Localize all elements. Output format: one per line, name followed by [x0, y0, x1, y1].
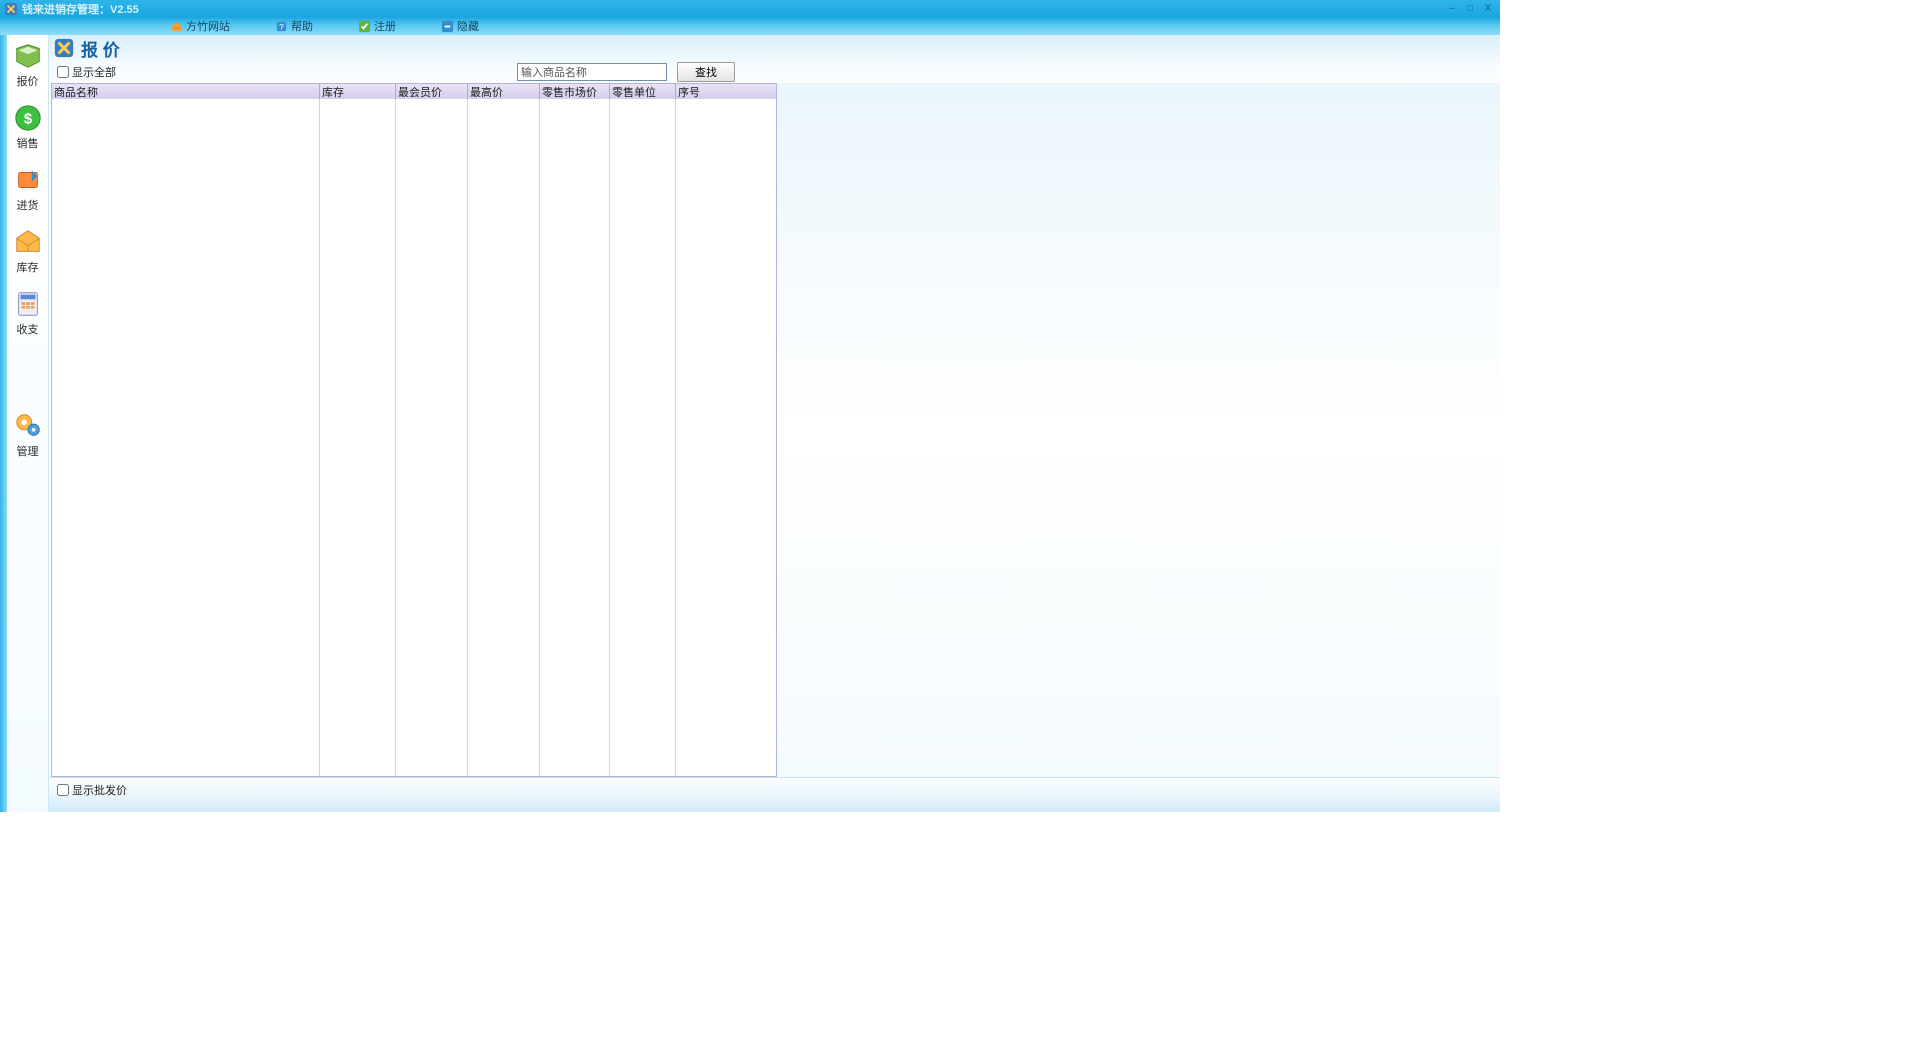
- maximize-button[interactable]: □: [1462, 2, 1478, 16]
- col-retail-market[interactable]: 零售市场价: [540, 84, 610, 99]
- app-window: 钱来进销存管理：V2.55 – □ X 方竹网站 ? 帮助 注册 隐藏: [0, 0, 1500, 812]
- menu-hide[interactable]: 隐藏: [441, 18, 479, 34]
- close-button[interactable]: X: [1480, 2, 1496, 16]
- home-icon: [170, 20, 183, 33]
- title-bar: 钱来进销存管理：V2.55 – □ X: [0, 0, 1500, 17]
- quote-icon: [13, 41, 43, 71]
- page-header: 报 价: [49, 35, 1500, 61]
- col-stock[interactable]: 库存: [320, 84, 396, 99]
- show-wholesale-checkbox-wrap[interactable]: 显示批发价: [57, 782, 127, 798]
- show-all-label: 显示全部: [72, 64, 116, 80]
- menu-help[interactable]: ? 帮助: [275, 18, 313, 34]
- menu-help-label: 帮助: [291, 18, 313, 34]
- svg-text:?: ?: [279, 22, 284, 32]
- window-left-edge: [0, 35, 7, 812]
- sidebar: 报价 $ 销售 进货 库存: [7, 35, 49, 812]
- menu-bar: 方竹网站 ? 帮助 注册 隐藏: [0, 17, 1500, 35]
- main-panel: 报 价 显示全部 查找 商品名称 库存 最会员价: [49, 35, 1500, 812]
- sidebar-sales-label: 销售: [17, 135, 39, 151]
- svg-text:$: $: [23, 111, 32, 128]
- stock-icon: [13, 227, 43, 257]
- register-icon: [358, 20, 371, 33]
- empty-area: [777, 83, 1501, 777]
- hide-icon: [441, 20, 454, 33]
- bottom-panel: 显示批发价: [49, 777, 1500, 812]
- sidebar-item-quote[interactable]: 报价: [8, 41, 48, 89]
- app-icon: [4, 2, 18, 16]
- menu-hide-label: 隐藏: [457, 18, 479, 34]
- sidebar-quote-label: 报价: [17, 73, 39, 89]
- search-button[interactable]: 查找: [677, 62, 735, 82]
- manage-icon: [13, 411, 43, 441]
- table-header-row: 商品名称 库存 最会员价 最高价 零售市场价 零售单位 序号: [52, 83, 776, 99]
- col-retail-unit[interactable]: 零售单位: [610, 84, 676, 99]
- sidebar-manage-label: 管理: [17, 443, 39, 459]
- app-title: 钱来进销存管理：V2.55: [22, 1, 139, 17]
- sales-icon: $: [13, 103, 43, 133]
- price-table: 商品名称 库存 最会员价 最高价 零售市场价 零售单位 序号: [51, 83, 777, 777]
- menu-register-label: 注册: [374, 18, 396, 34]
- sidebar-item-manage[interactable]: 管理: [8, 411, 48, 459]
- col-product-name[interactable]: 商品名称: [52, 84, 320, 99]
- col-member-price[interactable]: 最会员价: [396, 84, 468, 99]
- sidebar-item-finance[interactable]: 收支: [8, 289, 48, 337]
- sidebar-finance-label: 收支: [17, 321, 39, 337]
- filter-row: 显示全部 查找: [49, 61, 1500, 83]
- help-icon: ?: [275, 20, 288, 33]
- sidebar-purchase-label: 进货: [17, 197, 39, 213]
- show-wholesale-label: 显示批发价: [72, 782, 127, 798]
- purchase-icon: [13, 165, 43, 195]
- sidebar-item-stock[interactable]: 库存: [8, 227, 48, 275]
- finance-icon: [13, 289, 43, 319]
- show-all-checkbox[interactable]: [57, 66, 69, 78]
- page-title: 报 价: [81, 36, 120, 61]
- sidebar-item-purchase[interactable]: 进货: [8, 165, 48, 213]
- menu-site-label: 方竹网站: [186, 18, 230, 34]
- table-body: [52, 99, 776, 776]
- page-header-icon: [53, 37, 75, 59]
- minimize-button[interactable]: –: [1444, 2, 1460, 16]
- show-all-checkbox-wrap[interactable]: 显示全部: [57, 64, 116, 80]
- sidebar-item-sales[interactable]: $ 销售: [8, 103, 48, 151]
- col-seq[interactable]: 序号: [676, 84, 731, 99]
- show-wholesale-checkbox[interactable]: [57, 784, 69, 796]
- menu-site[interactable]: 方竹网站: [170, 18, 230, 34]
- search-input[interactable]: [517, 63, 667, 81]
- menu-register[interactable]: 注册: [358, 18, 396, 34]
- col-highest-price[interactable]: 最高价: [468, 84, 540, 99]
- sidebar-stock-label: 库存: [17, 259, 39, 275]
